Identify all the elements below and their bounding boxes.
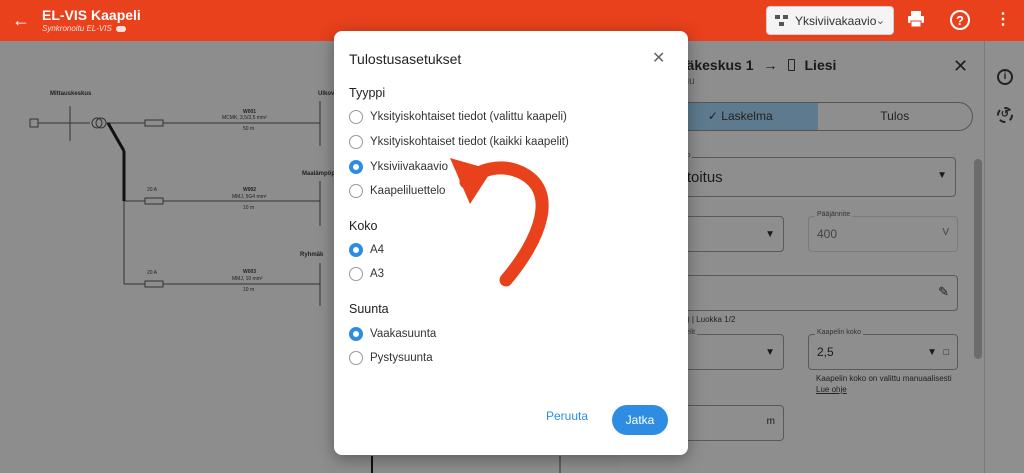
cable-w002-spec: MMJ, 5G4 mm²: [232, 194, 267, 200]
close-icon[interactable]: ✕: [652, 48, 665, 68]
panel-tabs: ✓ Laskelma Tulos: [662, 102, 973, 131]
size-heading: Koko: [349, 219, 378, 233]
dialog-title: Tulostusasetukset: [349, 51, 462, 67]
lock-icon[interactable]: □: [944, 347, 949, 357]
cable-w003-spec: MMJ, 10 mm²: [232, 276, 263, 282]
panel-scrollbar[interactable]: [974, 159, 982, 359]
type-option-all-cables[interactable]: Yksityiskohtaiset tiedot (kaikki kaapeli…: [349, 134, 569, 150]
cable-size-note: Kaapelin koko on valittu manuaalisesti: [816, 374, 952, 383]
panel-title-to: Liesi: [804, 57, 837, 73]
history-icon[interactable]: ↺: [997, 107, 1013, 123]
arrow-right-icon: →: [763, 57, 778, 73]
tab-laskelma-label: Laskelma: [721, 109, 773, 123]
installation-field[interactable]: pi ✎: [662, 270, 958, 311]
voltage-label: Pääjännite: [815, 211, 853, 218]
fuse-2-rating: 20 A: [147, 187, 158, 193]
app-title: EL-VIS Kaapeli: [42, 7, 141, 23]
size-option-label: A4: [370, 244, 385, 256]
orientation-option-portrait[interactable]: Pystysuunta: [349, 350, 433, 366]
dropdown-arrow-icon: ▼: [927, 347, 937, 358]
orientation-option-label: Vaakasuunta: [370, 328, 437, 340]
type-option-label: Kaapeliluettelo: [370, 185, 446, 197]
radio-button[interactable]: [349, 184, 363, 198]
diagram-icon: [775, 14, 789, 27]
right-rail: i ↺: [984, 41, 1024, 473]
cancel-button[interactable]: Peruuta: [546, 409, 588, 423]
cable-w003-id: W003: [243, 269, 256, 275]
view-select-value: Yksiviivakaavio: [795, 13, 877, 28]
voltage-field: Pääjännite 400 V: [808, 211, 958, 252]
chevron-down-icon: ⌄: [875, 15, 885, 27]
orientation-option-landscape[interactable]: Vaakasuunta: [349, 326, 436, 342]
label-ulkov: Ulkov: [318, 91, 335, 97]
more-vert-icon[interactable]: ⋮: [992, 9, 1014, 31]
type-option-label: Yksityiskohtaiset tiedot (valittu kaapel…: [370, 111, 567, 123]
device-icon: [787, 59, 795, 71]
radio-button[interactable]: [349, 243, 363, 257]
cable-w002-id: W002: [243, 187, 256, 193]
panel-title: näkeskus 1 → Liesi: [678, 57, 836, 73]
type-option-single-line[interactable]: Yksiviivakaavio: [349, 159, 448, 175]
orientation-heading: Suunta: [349, 302, 389, 316]
type-heading: Tyyppi: [349, 86, 386, 100]
continue-button[interactable]: Jatka: [612, 405, 668, 435]
type-option-cable-list[interactable]: Kaapeliluettelo: [349, 183, 445, 199]
cable-w001-spec: MCMK, 3,5/3,5 mm²: [222, 115, 267, 121]
info-icon[interactable]: i: [997, 69, 1013, 85]
fuse-3-rating: 20 A: [147, 270, 158, 276]
help-link[interactable]: Lue ohje: [816, 385, 847, 394]
mode-select[interactable]: toehto mitoitus ▼: [662, 152, 956, 197]
dropdown-arrow-icon: ▼: [765, 229, 775, 240]
tab-tulos[interactable]: Tulos: [818, 103, 973, 130]
view-select[interactable]: Yksiviivakaavio ⌄: [766, 6, 894, 35]
size-option-label: A3: [370, 268, 385, 280]
dropdown-arrow-icon: ▼: [765, 347, 775, 358]
cloud-icon: [115, 25, 126, 32]
radio-button[interactable]: [349, 267, 363, 281]
voltage-unit: V: [942, 227, 949, 238]
close-icon[interactable]: ✕: [953, 56, 968, 77]
cable-size-value: 2,5: [817, 345, 834, 359]
label-ryhmak: Ryhmäk: [300, 252, 324, 258]
label-mittauskeskus: Mittauskeskus: [50, 91, 92, 97]
label-maalampop: Maalämpöp: [302, 171, 335, 177]
voltage-value: 400: [817, 227, 838, 241]
radio-button[interactable]: [349, 110, 363, 124]
panel-title-from: näkeskus 1: [678, 57, 754, 73]
cable-w002-length: 10 m: [243, 205, 254, 211]
cable-w001-length: 50 m: [243, 126, 254, 132]
cable-w003-length: 10 m: [243, 287, 254, 293]
print-icon[interactable]: [905, 9, 927, 31]
print-settings-dialog: Tulostusasetukset ✕ Tyyppi Yksityiskohta…: [334, 31, 688, 455]
radio-button[interactable]: [349, 135, 363, 149]
back-arrow-icon[interactable]: ←: [10, 9, 32, 31]
edit-pencil-icon[interactable]: ✎: [938, 284, 949, 300]
dropdown-arrow-icon: ▼: [937, 170, 947, 181]
size-option-a4[interactable]: A4: [349, 242, 384, 258]
radio-button[interactable]: [349, 160, 363, 174]
type-option-label: Yksiviivakaavio: [370, 161, 448, 173]
sync-status-label: Synkronoitu EL-VIS: [42, 24, 112, 33]
type-option-label: Yksityiskohtaiset tiedot (kaikki kaapeli…: [370, 136, 569, 148]
type-option-selected-cable[interactable]: Yksityiskohtaiset tiedot (valittu kaapel…: [349, 109, 567, 125]
radio-button[interactable]: [349, 327, 363, 341]
length-unit: m: [766, 416, 775, 427]
help-icon[interactable]: ?: [950, 10, 970, 30]
sync-status: Synkronoitu EL-VIS: [42, 24, 126, 33]
orientation-option-label: Pystysuunta: [370, 352, 433, 364]
radio-button[interactable]: [349, 351, 363, 365]
cable-size-select[interactable]: Kaapelin koko 2,5 ▼ □: [808, 329, 958, 370]
size-option-a3[interactable]: A3: [349, 266, 384, 282]
cable-size-label: Kaapelin koko: [815, 329, 863, 336]
